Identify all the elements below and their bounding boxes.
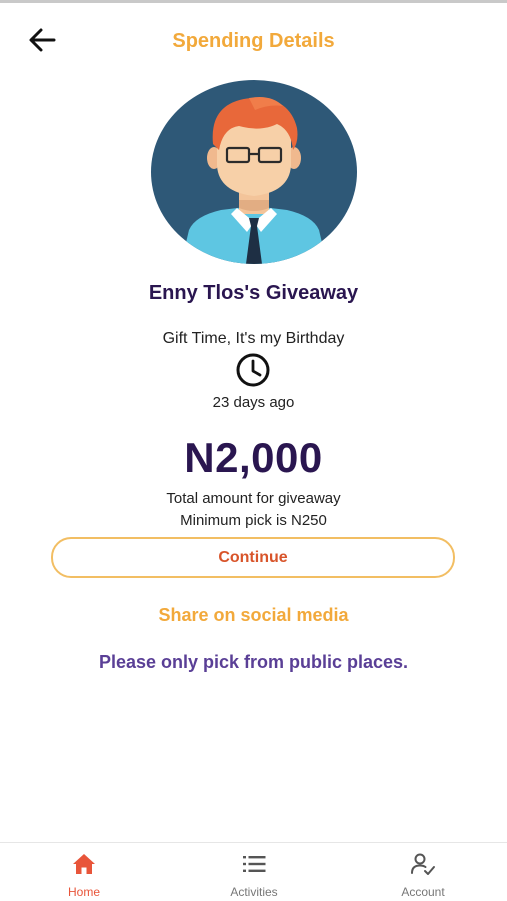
page-title: Spending Details — [172, 30, 335, 52]
avatar — [151, 80, 357, 264]
amount-label: Total amount for giveaway — [166, 490, 341, 507]
home-icon — [73, 854, 95, 874]
nav-label-activities: Activities — [230, 885, 278, 899]
giveaway-amount: N2,000 — [184, 434, 323, 481]
continue-button[interactable]: Continue — [51, 537, 455, 578]
share-social-link[interactable]: Share on social media — [0, 605, 507, 626]
giveaway-title: Enny Tlos's Giveaway — [148, 282, 359, 304]
bottom-nav: Home Activities Account — [0, 842, 507, 901]
nav-label-account: Account — [401, 885, 445, 899]
nav-item-account[interactable]: Account — [363, 843, 483, 901]
status-divider — [0, 0, 507, 3]
public-places-notice: Please only pick from public places. — [98, 652, 409, 672]
user-check-icon — [411, 853, 435, 875]
giveaway-message: Gift Time, It's my Birthday — [162, 330, 345, 347]
nav-item-activities[interactable]: Activities — [194, 843, 314, 901]
nav-item-home[interactable]: Home — [24, 843, 144, 901]
nav-label-home: Home — [67, 885, 100, 899]
minimum-pick: Minimum pick is N250 — [180, 512, 327, 529]
header: Spending Details — [0, 18, 507, 64]
time-ago: 23 days ago — [212, 394, 295, 411]
clock-icon — [236, 353, 270, 387]
list-icon — [243, 856, 266, 872]
